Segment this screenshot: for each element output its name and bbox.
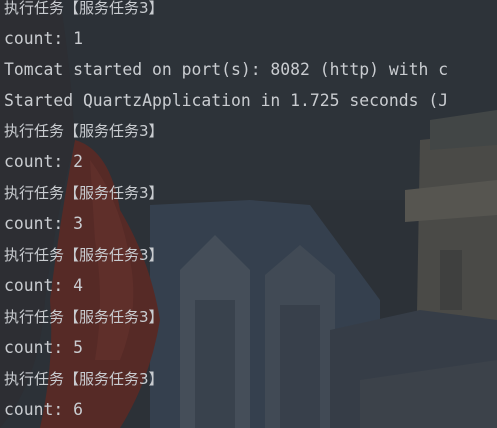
console-line: 执行任务【服务任务3】 [4,184,164,202]
console-line: count: 5 [4,338,83,357]
console-line: 执行任务【服务任务3】 [4,370,164,388]
console-line: Tomcat started on port(s): 8082 (http) w… [4,60,449,79]
console-line: count: 1 [4,29,83,48]
console-line: count: 3 [4,214,83,233]
console-line: count: 6 [4,400,83,419]
console-line: count: 4 [4,276,83,295]
console-line: count: 2 [4,152,83,171]
console-line: 执行任务【服务任务3】 [4,0,164,17]
console-line: 执行任务【服务任务3】 [4,246,164,264]
console-line: Started QuartzApplication in 1.725 secon… [4,91,449,110]
console-line: 执行任务【服务任务3】 [4,308,164,326]
console-lines: 执行任务【服务任务3】 count: 1 Tomcat started on p… [0,0,497,428]
console-output-panel[interactable]: 执行任务【服务任务3】 count: 1 Tomcat started on p… [0,0,497,428]
console-line: 执行任务【服务任务3】 [4,122,164,140]
